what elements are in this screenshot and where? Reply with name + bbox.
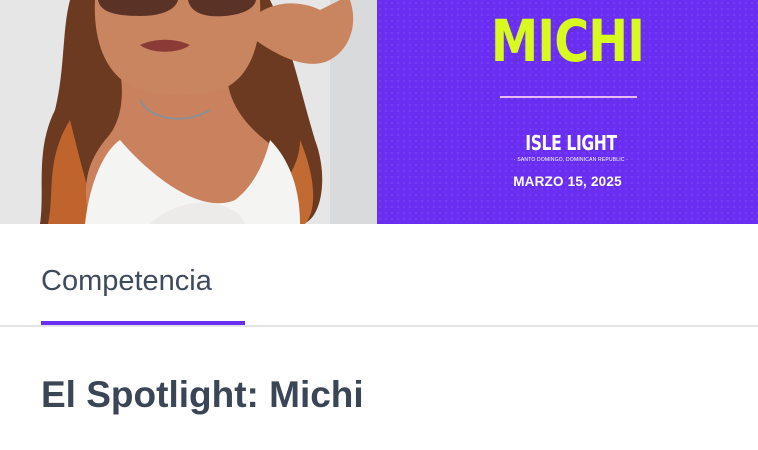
page-title: El Spotlight: Michi [41,374,364,415]
isle-light-logo: ISLE LIGHT · SANTO DOMINGO, DOMINICAN RE… [511,128,631,168]
promo-title: MICHI [490,7,645,75]
performer-portrait-illustration [0,0,377,224]
tab-competencia[interactable]: Competencia [41,262,212,300]
tab-divider [0,325,758,327]
event-banner: MICHI ISLE LIGHT · SANTO DOMINGO, DOMINI… [0,0,758,224]
promo-divider [500,96,637,98]
event-date: MARZO 15, 2025 [513,174,622,189]
event-promo-panel: MICHI ISLE LIGHT · SANTO DOMINGO, DOMINI… [377,0,758,224]
logo-wordmark: ISLE LIGHT [525,131,617,155]
logo-location: · SANTO DOMINGO, DOMINICAN REPUBLIC · [513,157,629,163]
performer-photo [0,0,377,224]
